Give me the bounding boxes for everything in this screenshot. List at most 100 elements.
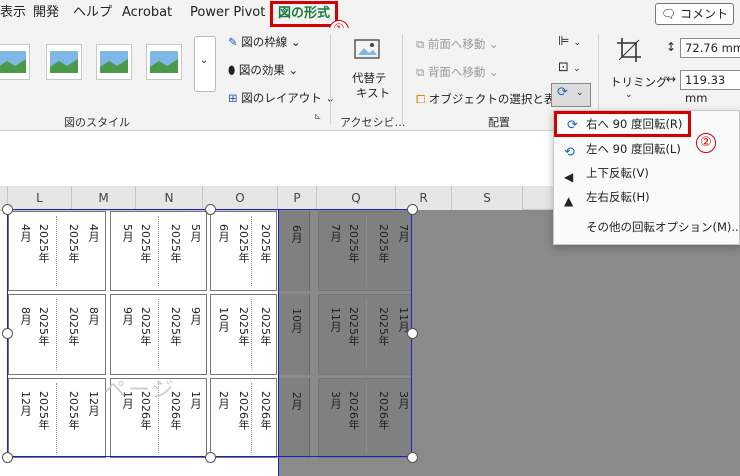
resize-handle[interactable] <box>2 204 13 215</box>
flip-horizontal-item[interactable]: ▲ 左右反転(H) <box>554 185 739 209</box>
picture-layout-button[interactable]: ⊞ 図のレイアウト ⌄ <box>228 90 335 106</box>
height-icon: ↕ <box>666 40 677 54</box>
picture-style-thumbnail[interactable] <box>0 44 30 80</box>
column-header[interactable]: Q <box>317 186 396 211</box>
cell-divider <box>56 299 57 370</box>
year-label-right: 2025年 <box>259 224 272 263</box>
rotate-icon: ⟳ <box>557 85 568 100</box>
picture-style-thumbnail[interactable] <box>146 44 182 80</box>
picture-border-button[interactable]: ✎ 図の枠線 ⌄ <box>228 34 301 50</box>
align-button[interactable]: ⊫ ⌄ <box>558 34 581 49</box>
group-label-accessibility: アクセシビ… <box>340 116 406 129</box>
rotate-left-90-item[interactable]: ⟲ 左へ 90 度回転(L) <box>554 137 739 161</box>
resize-handle[interactable] <box>407 328 418 339</box>
calendar-cell: 6月 2025年 2025年 <box>210 211 277 291</box>
group-separator <box>330 34 331 124</box>
calendar-cell: 7月 2025年 2025年 7月 <box>318 211 412 291</box>
picture-effects-button[interactable]: ⬮ 図の効果 ⌄ <box>228 62 298 78</box>
year-label: 2025年 <box>237 307 250 346</box>
tab-power-pivot[interactable]: Power Pivot <box>190 0 265 26</box>
chevron-down-icon: ⌄ <box>625 90 633 100</box>
gallery-more-button[interactable]: ⌄ <box>194 36 216 92</box>
alt-text-label-1[interactable]: 代替テ <box>352 70 387 86</box>
picture-border-label: 図の枠線 <box>241 35 288 49</box>
effects-icon: ⬮ <box>228 63 236 77</box>
tab-help[interactable]: ヘルプ <box>73 0 112 26</box>
alt-text-label-2[interactable]: キスト <box>356 85 390 101</box>
picture-style-thumbnail[interactable] <box>46 44 82 80</box>
month-label: 9月 <box>121 307 134 325</box>
tab-acrobat[interactable]: Acrobat <box>122 0 172 26</box>
width-icon: ↔ <box>666 72 677 86</box>
align-icon: ⊫ <box>558 34 570 49</box>
resize-handle[interactable] <box>205 204 216 215</box>
flip-horizontal-icon: ▲ <box>564 194 574 208</box>
more-rotation-options-item[interactable]: その他の回転オプション(M)... <box>554 215 740 239</box>
rotate-right-icon: ⟳ <box>567 118 578 133</box>
resize-handle[interactable] <box>407 452 418 463</box>
year-label-right: 2025年 <box>67 307 80 346</box>
month-label-right: 4月 <box>87 224 100 242</box>
month-label: 2月 <box>217 391 230 409</box>
rotate-right-90-label: 右へ 90 度回転(R) <box>586 117 683 131</box>
group-separator <box>402 34 403 124</box>
year-label: 2025年 <box>37 224 50 263</box>
year-label: 2025年 <box>347 307 360 346</box>
year-label: 2025年 <box>347 224 360 263</box>
selection-pane-button[interactable]: ⧠ オブジェクトの選択と表示 <box>416 91 567 107</box>
page-watermark: ページ <box>104 378 176 403</box>
chevron-down-icon: ⌄ <box>200 55 209 66</box>
rotate-button[interactable]: ⟳ ⌄ <box>551 83 591 107</box>
crop-icon <box>615 36 643 64</box>
dialog-launcher-icon[interactable]: ⊾ <box>314 112 322 122</box>
comment-button[interactable]: 🗨 コメント <box>654 3 734 25</box>
flip-vertical-label: 上下反転(V) <box>586 166 649 180</box>
width-field[interactable]: 119.33 mm <box>680 70 740 105</box>
resize-handle[interactable] <box>205 452 216 463</box>
picture-layout-label: 図のレイアウト <box>241 91 322 105</box>
send-backward-label: 背面へ移動 <box>427 65 486 79</box>
month-label-right: 8月 <box>87 307 100 325</box>
calendar-cell: 4月 2025年 2025年 4月 <box>8 211 106 291</box>
column-header[interactable]: N <box>136 186 203 211</box>
month-label: 8月 <box>19 307 32 325</box>
cell-divider <box>251 383 252 453</box>
flip-vertical-item[interactable]: ◀ 上下反転(V) <box>554 161 739 185</box>
column-header[interactable]: P <box>278 186 317 211</box>
comment-label: コメント <box>679 7 728 21</box>
month-label: 10月 <box>217 307 230 332</box>
resize-handle[interactable] <box>2 452 13 463</box>
rotate-left-90-label: 左へ 90 度回転(L) <box>586 142 681 156</box>
tab-view[interactable]: 表示 <box>0 0 26 26</box>
crop-button[interactable]: トリミング <box>610 74 668 90</box>
resize-handle[interactable] <box>2 328 13 339</box>
layout-icon: ⊞ <box>228 91 238 105</box>
column-header[interactable]: M <box>72 186 136 211</box>
rotate-right-90-item[interactable]: ⟳ 右へ 90 度回転(R) <box>554 111 691 137</box>
month-label-right: 3月 <box>397 391 410 409</box>
more-rotation-options-label: その他の回転オプション(M)... <box>586 220 740 234</box>
year-label-right: 2025年 <box>169 224 182 263</box>
height-field[interactable]: 72.76 mm <box>680 38 740 58</box>
cell-divider <box>158 216 159 286</box>
page-break-cell-strip <box>279 294 310 375</box>
calendar-cell: 10月 2025年 2025年 <box>210 294 277 375</box>
group-button[interactable]: ⊡ ⌄ <box>558 60 581 75</box>
picture-style-thumbnail[interactable] <box>96 44 132 80</box>
month-label: 12月 <box>19 391 32 416</box>
column-header[interactable]: S <box>452 186 523 211</box>
flip-vertical-icon: ◀ <box>564 170 574 184</box>
month-label-right: 7月 <box>397 224 410 242</box>
chevron-down-icon: ⌄ <box>576 88 584 98</box>
year-label: 2026年 <box>237 391 250 430</box>
tab-developer[interactable]: 開発 <box>33 0 59 26</box>
resize-handle[interactable] <box>407 204 418 215</box>
month-label: 7月 <box>329 224 342 242</box>
bring-forward-label: 前面へ移動 <box>427 37 486 51</box>
bring-forward-button[interactable]: ⧉ 前面へ移動 ⌄ <box>416 36 499 52</box>
month-label: 5月 <box>121 224 134 242</box>
column-header[interactable]: R <box>396 186 452 211</box>
column-header[interactable]: L <box>8 186 72 211</box>
tab-picture-format[interactable]: 図の形式 <box>270 1 339 27</box>
send-backward-button[interactable]: ⧉ 背面へ移動 ⌄ <box>416 64 499 80</box>
